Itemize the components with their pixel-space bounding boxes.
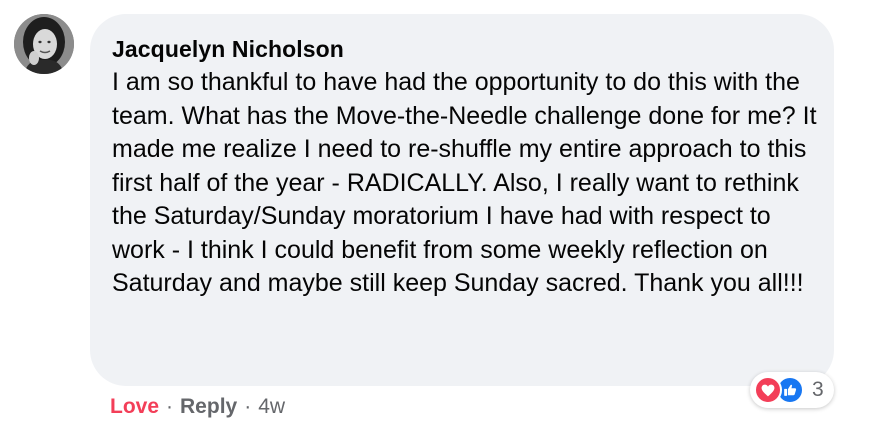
comment-actions: Love · Reply · 4w	[110, 392, 285, 422]
reaction-count: 3	[812, 378, 824, 401]
author-name[interactable]: Jacquelyn Nicholson	[112, 34, 812, 64]
comment-bubble: Jacquelyn Nicholson I am so thankful to …	[90, 14, 834, 386]
separator: ·	[166, 395, 174, 418]
reactions-summary[interactable]: 3	[750, 372, 834, 408]
avatar[interactable]	[14, 14, 74, 74]
heart-icon	[754, 376, 782, 404]
comment: Jacquelyn Nicholson I am so thankful to …	[0, 0, 882, 436]
profile-photo-icon	[14, 14, 74, 74]
comment-text: I am so thankful to have had the opportu…	[112, 68, 817, 297]
timestamp[interactable]: 4w	[258, 395, 285, 419]
love-button[interactable]: Love	[110, 395, 159, 419]
separator: ·	[244, 395, 252, 418]
reply-button[interactable]: Reply	[180, 395, 237, 419]
